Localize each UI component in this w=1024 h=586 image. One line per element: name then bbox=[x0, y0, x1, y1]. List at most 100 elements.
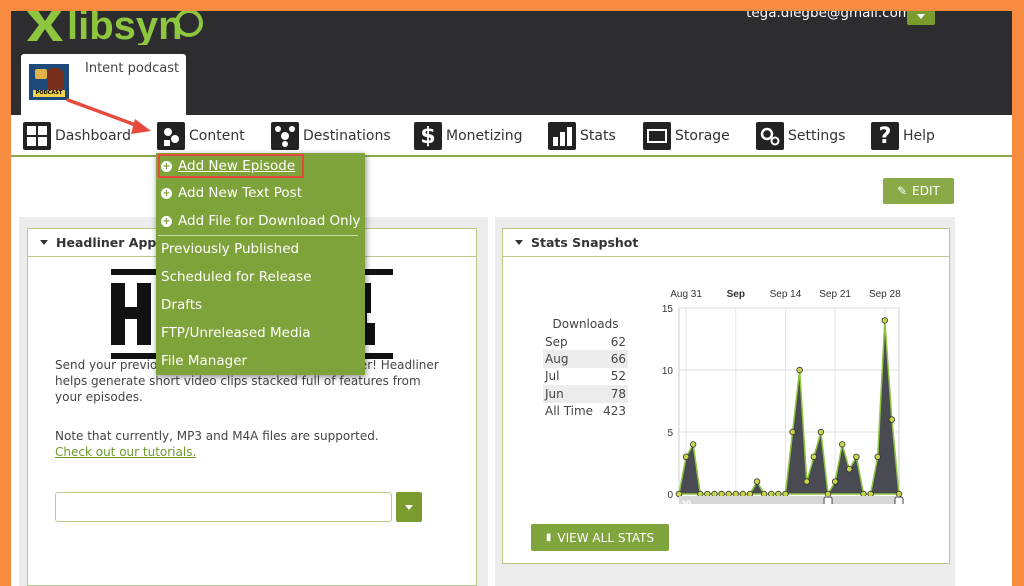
y-tick-label: 10 bbox=[662, 366, 674, 377]
range-slider-handle bbox=[894, 496, 904, 504]
data-point bbox=[824, 490, 832, 498]
nav-content[interactable]: Content bbox=[157, 121, 245, 151]
plus-circle-icon: + bbox=[161, 215, 172, 227]
data-point bbox=[881, 317, 889, 324]
dashboard-grid-icon bbox=[23, 122, 51, 150]
nav-settings[interactable]: Settings bbox=[756, 121, 845, 151]
data-point bbox=[753, 478, 761, 485]
menu-file-manager[interactable]: File Manager bbox=[161, 349, 247, 373]
menu-previously-published[interactable]: Previously Published bbox=[161, 237, 299, 261]
table-row: All Time 423 bbox=[545, 404, 626, 419]
menu-divider bbox=[158, 235, 358, 236]
data-point bbox=[697, 490, 704, 498]
pencil-icon: ✎ bbox=[897, 184, 908, 198]
content-dropdown-menu: + Add New Episode + Add New Text Post + … bbox=[156, 153, 365, 375]
table-row: Jul 52 bbox=[545, 369, 626, 384]
podcast-tab[interactable]: PODCAST Intent podcast bbox=[21, 54, 186, 115]
table-row: Aug 66 bbox=[543, 350, 628, 368]
downloads-title: Downloads bbox=[552, 317, 619, 331]
table-row: Jun 78 bbox=[543, 385, 628, 403]
episode-select-input[interactable] bbox=[55, 492, 392, 522]
data-point bbox=[775, 490, 782, 498]
data-point bbox=[874, 453, 881, 460]
data-point bbox=[760, 490, 768, 498]
nav-dashboard[interactable]: Dashboard bbox=[23, 121, 131, 151]
plus-circle-icon: + bbox=[161, 187, 172, 199]
y-tick-label: 0 bbox=[667, 490, 673, 501]
user-dropdown-button[interactable] bbox=[907, 11, 935, 25]
dollar-icon: $ bbox=[414, 122, 442, 150]
nav-monetizing[interactable]: $ Monetizing bbox=[414, 121, 523, 151]
svg-text:libsyn: libsyn bbox=[67, 11, 183, 45]
data-point bbox=[817, 428, 825, 436]
data-point bbox=[732, 490, 739, 498]
data-point bbox=[803, 478, 810, 485]
stats-panel-header[interactable]: Stats Snapshot bbox=[503, 229, 949, 257]
data-point bbox=[739, 490, 747, 498]
menu-scheduled-for-release[interactable]: Scheduled for Release bbox=[161, 265, 312, 289]
range-slider-label: 20 bbox=[681, 499, 691, 504]
podcast-name: Intent podcast bbox=[85, 61, 180, 76]
data-point bbox=[746, 490, 754, 498]
downloads-table: Downloads Sep 62 Aug 66 Jul 52 Jun 78 All Ti… bbox=[543, 317, 628, 420]
x-tick-label: Aug 31 bbox=[670, 289, 702, 300]
data-point bbox=[689, 441, 697, 448]
top-bar: libsyn tega.diegbe@gmail.com PODCAST Int… bbox=[11, 11, 1012, 115]
bar-chart-icon: ▮ bbox=[545, 532, 552, 543]
y-tick-label: 5 bbox=[667, 428, 673, 439]
plus-circle-icon: + bbox=[161, 160, 172, 172]
menu-ftp-unreleased-media[interactable]: FTP/Unreleased Media bbox=[161, 321, 311, 345]
x-tick-label: Sep 28 bbox=[869, 289, 901, 300]
data-point bbox=[895, 490, 903, 498]
data-point bbox=[846, 465, 853, 473]
tutorials-link[interactable]: Check out our tutorials. bbox=[55, 445, 196, 459]
data-point bbox=[796, 366, 803, 374]
range-slider-track bbox=[679, 496, 899, 504]
table-row: Sep 62 bbox=[545, 334, 626, 349]
menu-drafts[interactable]: Drafts bbox=[161, 293, 202, 317]
data-point bbox=[782, 490, 789, 498]
data-point bbox=[725, 490, 732, 498]
app-frame: libsyn tega.diegbe@gmail.com PODCAST Int… bbox=[11, 11, 1012, 586]
x-tick-label: Sep 21 bbox=[819, 289, 851, 300]
bar-chart-icon bbox=[548, 122, 576, 150]
destinations-icon bbox=[271, 122, 299, 150]
stats-panel: Stats Snapshot Downloads Sep 62 Aug 66 Jul… bbox=[502, 228, 950, 564]
edit-button[interactable]: ✎ EDIT bbox=[883, 178, 954, 204]
data-point bbox=[718, 490, 725, 498]
nav-storage[interactable]: Storage bbox=[643, 121, 730, 151]
content-icon bbox=[157, 122, 185, 150]
nav-help[interactable]: ? Help bbox=[871, 121, 935, 151]
data-point bbox=[789, 428, 796, 436]
nav-destinations[interactable]: Destinations bbox=[271, 121, 391, 151]
data-point bbox=[839, 441, 846, 448]
downloads-chart: 0 5 10 15 Aug 31 Sep Sep 14 Sep 21 Sep 28 20 bbox=[662, 289, 904, 504]
y-tick-label: 15 bbox=[662, 304, 674, 315]
view-all-stats-button[interactable]: ▮ VIEW ALL STATS bbox=[531, 524, 669, 551]
collapse-caret-icon bbox=[515, 240, 523, 245]
podcast-thumbnail: PODCAST bbox=[29, 64, 69, 100]
data-point bbox=[810, 453, 818, 460]
menu-add-new-episode[interactable]: + Add New Episode bbox=[161, 154, 295, 178]
episode-select-dropdown-button[interactable] bbox=[396, 492, 422, 522]
data-point bbox=[867, 490, 874, 498]
data-point bbox=[860, 490, 867, 498]
storage-icon bbox=[643, 122, 671, 150]
gear-icon bbox=[756, 122, 784, 150]
x-tick-label: Sep bbox=[727, 289, 745, 300]
data-point bbox=[675, 490, 683, 498]
main-nav: Dashboard Content Destinations $ Monetiz… bbox=[11, 115, 1012, 157]
menu-add-new-text-post[interactable]: + Add New Text Post bbox=[161, 181, 302, 205]
range-slider-handle bbox=[823, 496, 833, 504]
user-email[interactable]: tega.diegbe@gmail.com bbox=[746, 11, 911, 21]
nav-stats[interactable]: Stats bbox=[548, 121, 616, 151]
data-point bbox=[831, 478, 839, 485]
menu-add-file-download[interactable]: + Add File for Download Only bbox=[161, 209, 360, 233]
collapse-caret-icon bbox=[40, 240, 48, 245]
data-point bbox=[682, 453, 690, 460]
data-point bbox=[853, 453, 860, 460]
data-point bbox=[711, 490, 718, 498]
x-tick-label: Sep 14 bbox=[770, 289, 802, 300]
data-point bbox=[704, 490, 711, 498]
libsyn-logo: libsyn bbox=[26, 11, 203, 45]
